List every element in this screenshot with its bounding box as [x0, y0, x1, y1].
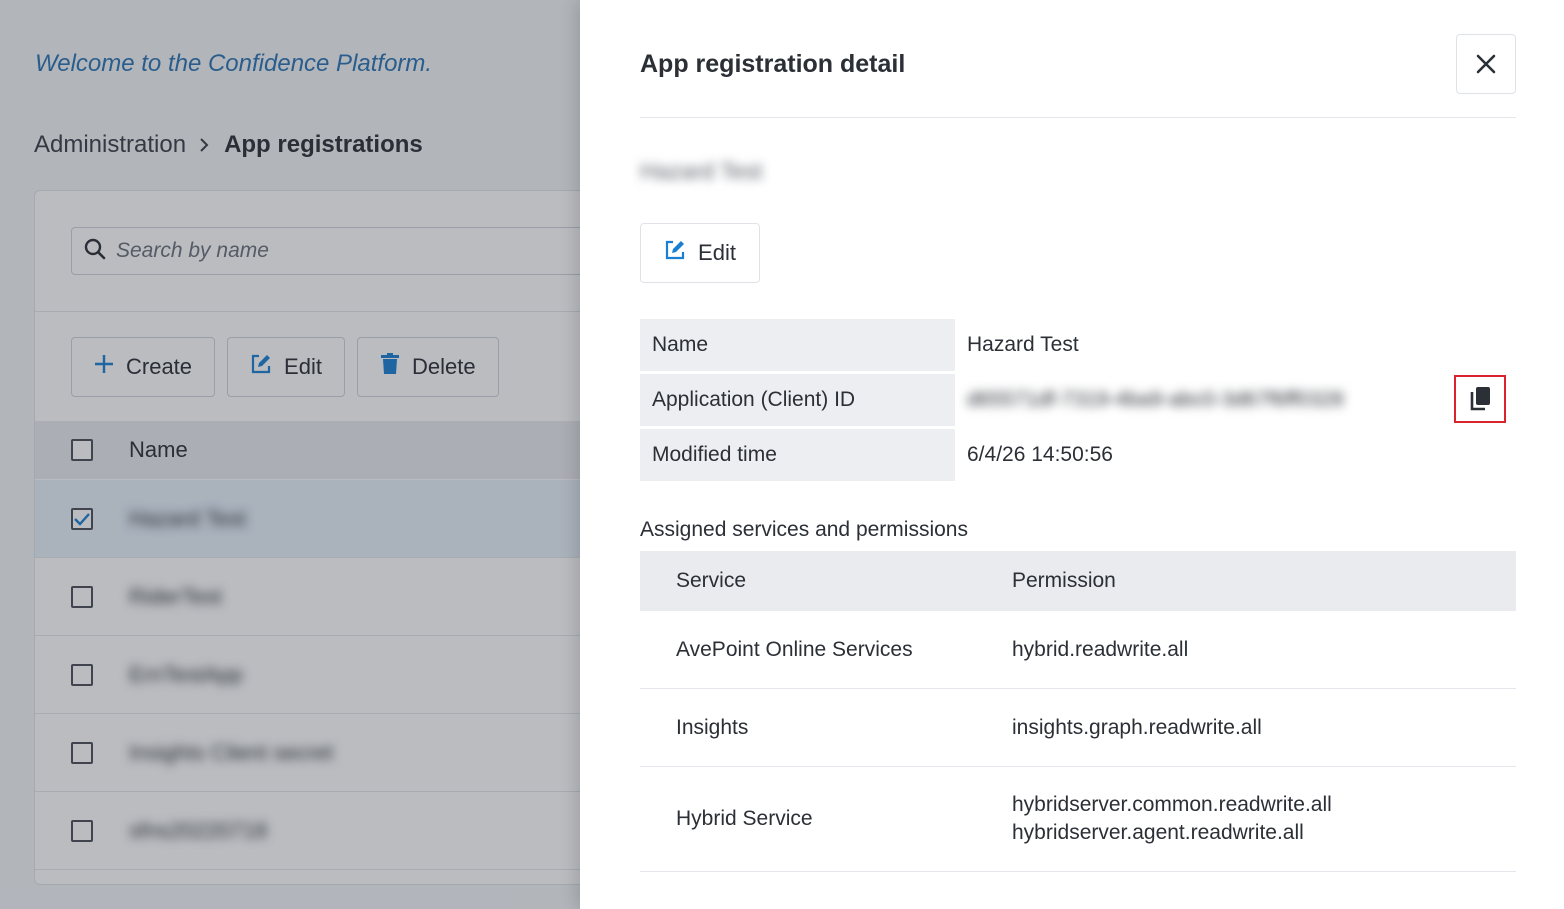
- drawer-title: App registration detail: [640, 50, 906, 78]
- service-cell: Hybrid Service: [676, 807, 813, 830]
- property-label: Name: [640, 319, 955, 371]
- copy-client-id-button[interactable]: [1454, 375, 1506, 423]
- section-title: Assigned services and permissions: [640, 518, 968, 541]
- edit-button[interactable]: Edit: [640, 223, 760, 283]
- property-label: Application (Client) ID: [640, 374, 955, 426]
- edit-button-label: Edit: [698, 240, 736, 265]
- property-row-client-id: Application (Client) ID d65571df-7319-4b…: [640, 374, 1516, 426]
- table-row: AvePoint Online Services hybrid.readwrit…: [640, 611, 1516, 689]
- table-row: Insights insights.graph.readwrite.all: [640, 689, 1516, 767]
- property-value: Hazard Test: [967, 333, 1079, 356]
- property-value: 6/4/26 14:50:56: [967, 443, 1113, 466]
- services-permissions-table: Service Permission AvePoint Online Servi…: [640, 551, 1516, 872]
- property-label: Modified time: [640, 429, 955, 481]
- permission-cell: hybrid.readwrite.all: [1012, 636, 1516, 664]
- table-header: Service Permission: [640, 551, 1516, 611]
- divider: [640, 117, 1516, 118]
- property-row-name: Name Hazard Test: [640, 319, 1516, 371]
- edit-icon: [664, 239, 686, 267]
- permission-value: hybridserver.common.readwrite.all: [1012, 793, 1332, 816]
- property-row-modified-time: Modified time 6/4/26 14:50:56: [640, 429, 1516, 481]
- client-id-value: d65571df-7319-4ba9-abc0-3d67f6ff0328: [967, 388, 1344, 411]
- permission-value: insights.graph.readwrite.all: [1012, 715, 1262, 739]
- permission-value: hybridserver.agent.readwrite.all: [1012, 821, 1304, 844]
- close-button[interactable]: [1456, 34, 1516, 94]
- app-name-heading: Hazard Test: [640, 158, 763, 184]
- permission-value: hybrid.readwrite.all: [1012, 637, 1189, 661]
- table-row: Hybrid Service hybridserver.common.readw…: [640, 767, 1516, 872]
- copy-icon: [1470, 387, 1490, 411]
- service-cell: AvePoint Online Services: [676, 637, 913, 661]
- permission-cell: hybridserver.common.readwrite.all hybrid…: [1012, 791, 1516, 847]
- modal-backdrop[interactable]: [0, 0, 580, 909]
- app-registration-detail-drawer: App registration detail Hazard Test Edit…: [580, 0, 1564, 909]
- service-cell: Insights: [676, 715, 749, 739]
- column-header-permission: Permission: [1012, 569, 1116, 592]
- close-icon: [1476, 54, 1496, 74]
- permission-cell: insights.graph.readwrite.all: [1012, 714, 1516, 742]
- properties-table: Name Hazard Test Application (Client) ID…: [640, 319, 1516, 484]
- column-header-service: Service: [676, 569, 747, 592]
